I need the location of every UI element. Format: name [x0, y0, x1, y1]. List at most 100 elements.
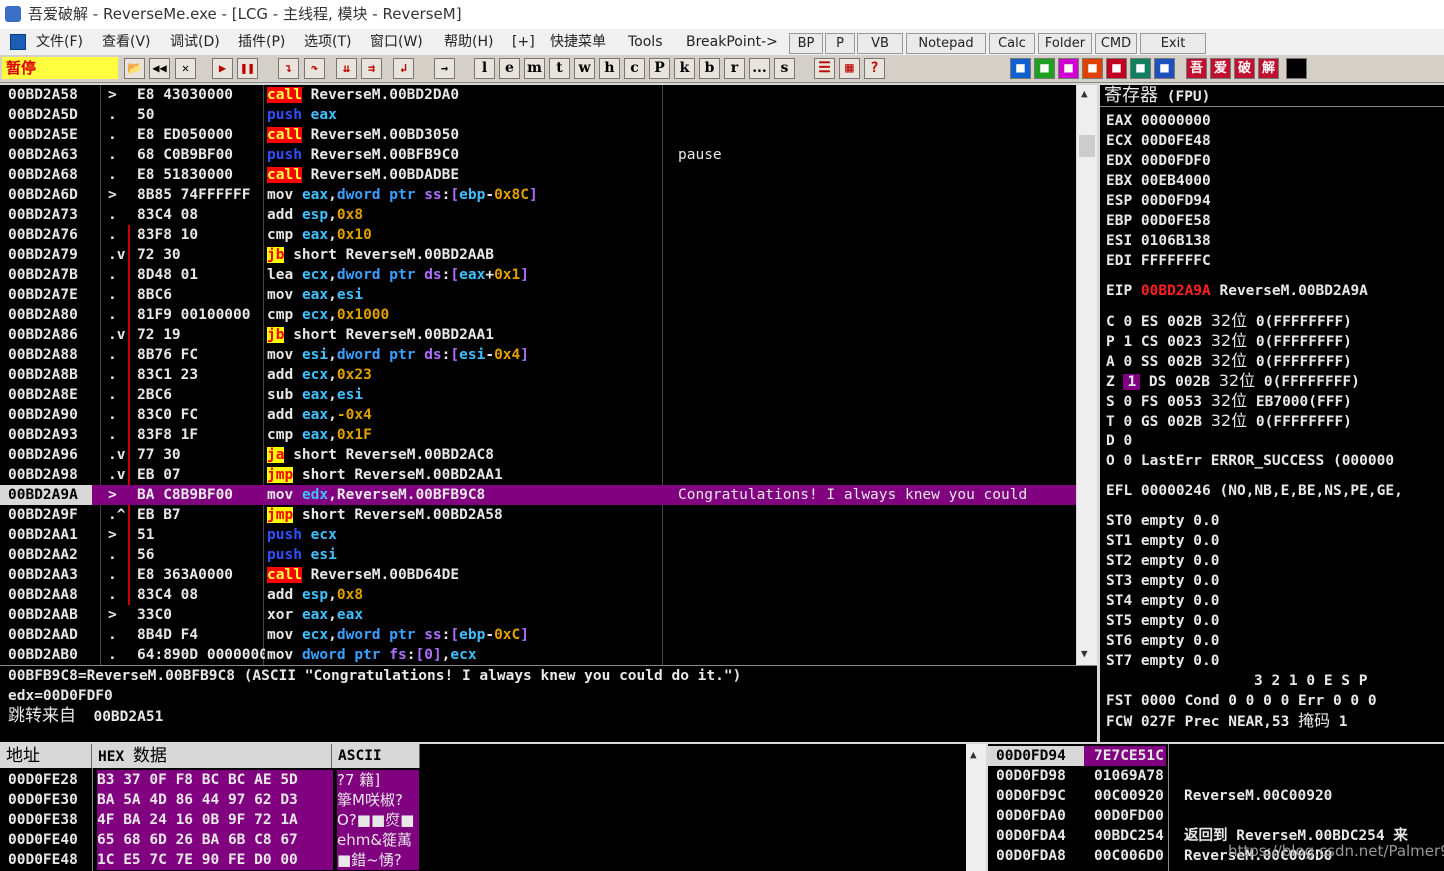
run-icon[interactable]: ▶ [212, 58, 233, 79]
menu-item[interactable]: BreakPoint-> [686, 29, 778, 55]
quick-button-exit[interactable]: Exit [1140, 33, 1206, 54]
quick-button-calc[interactable]: Calc [989, 33, 1035, 54]
flag-row-a[interactable]: A 0 SS 002B 32位 0(FFFFFFFF) [1106, 351, 1352, 372]
stack-row[interactable]: 00D0FD94 7E7CE51C [988, 746, 1444, 766]
black-button[interactable] [1286, 58, 1307, 79]
disasm-row[interactable]: 00BD2AB0. 64:890D 00000000 mov dword ptr f… [0, 645, 1076, 665]
a-icon[interactable]: ■ [1058, 58, 1079, 79]
disasm-row[interactable]: 00BD2A58 > E8 43030000 call ReverseM.00BD2D… [0, 85, 1076, 105]
open-icon[interactable]: 📂 [124, 58, 145, 79]
fpu-st4[interactable]: ST4 empty 0.0 [1106, 591, 1220, 611]
disasm-row[interactable]: 00BD2A76. 83F8 10 cmp eax,0x10 [0, 225, 1076, 245]
fpu-st7[interactable]: ST7 empty 0.0 [1106, 651, 1220, 671]
cn-button-0[interactable]: 吾 [1186, 58, 1207, 79]
disassembly-pane[interactable]: 00BD2A58 > E8 43030000 call ReverseM.00BD2D… [0, 85, 1076, 665]
till-return-icon[interactable]: ↲ [393, 58, 414, 79]
disasm-row[interactable]: 00BD2A86 .v 72 19 jb short ReverseM.00BD2AA… [0, 325, 1076, 345]
scroll-down-icon[interactable]: ▼ [1081, 647, 1088, 660]
window-button-5[interactable]: h [599, 58, 620, 79]
disasm-row[interactable]: 00BD2A80. 81F9 00100000 cmp ecx,0x1000 [0, 305, 1076, 325]
register-edx[interactable]: EDX 00D0FDF0 [1106, 151, 1211, 171]
cn-button-2[interactable]: 破 [1234, 58, 1255, 79]
quick-button-folder[interactable]: Folder [1038, 33, 1092, 54]
quick-button-notepad[interactable]: Notepad [906, 33, 986, 54]
pause-icon[interactable]: ❚❚ [237, 58, 258, 79]
menu-item[interactable]: 插件(P) [238, 29, 285, 55]
disasm-row[interactable]: 00BD2A68. E8 51830000 call ReverseM.00BDAD… [0, 165, 1076, 185]
register-esi[interactable]: ESI 0106B138 [1106, 231, 1211, 251]
window-button-12[interactable]: s [774, 58, 795, 79]
disasm-row[interactable]: 00BD2AA3. E8 363A0000 call ReverseM.00BD64… [0, 565, 1076, 585]
register-eax[interactable]: EAX 00000000 [1106, 111, 1211, 131]
disasm-row[interactable]: 00BD2A5D. 50 push eax [0, 105, 1076, 125]
flag-row-z[interactable]: Z 1 DS 002B 32位 0(FFFFFFFF) [1106, 371, 1360, 392]
close-icon[interactable]: ✕ [175, 58, 196, 79]
help-icon[interactable]: ? [864, 58, 885, 79]
menu-item[interactable]: Tools [628, 29, 663, 55]
window-button-10[interactable]: r [724, 58, 745, 79]
step-over-icon[interactable]: ↷ [304, 58, 325, 79]
trace-into-icon[interactable]: ⇊ [336, 58, 357, 79]
window-button-4[interactable]: w [574, 58, 595, 79]
menu-item[interactable]: 查看(V) [102, 29, 151, 55]
dump-row[interactable]: 00D0FE48 1C E5 7C 7E 90 FE D0 00 ■錯~愑? [0, 850, 985, 870]
memory-dump-pane[interactable]: 地址 HEX 数据 ASCII 00D0FE28 B3 37 0F F8 BC B… [0, 744, 985, 871]
quick-button-vb[interactable]: VB [857, 33, 903, 54]
disasm-row[interactable]: 00BD2A8E. 2BC6 sub eax,esi [0, 385, 1076, 405]
window-button-3[interactable]: t [549, 58, 570, 79]
dump-header-address[interactable]: 地址 [0, 744, 92, 768]
window-button-2[interactable]: m [524, 58, 545, 79]
disasm-row[interactable]: 00BD2A9F .^ EB B7 jmp short ReverseM.00BD2A… [0, 505, 1076, 525]
disasm-row[interactable]: 00BD2AA2. 56 push esi [0, 545, 1076, 565]
cn-button-3[interactable]: 解 [1258, 58, 1279, 79]
flag-row-c[interactable]: C 0 ES 002B 32位 0(FFFFFFFF) [1106, 311, 1352, 332]
fpu-st0[interactable]: ST0 empty 0.0 [1106, 511, 1220, 531]
refresh-icon[interactable]: ■ [1010, 58, 1031, 79]
disasm-row[interactable]: 00BD2AAD. 8B4D F4 mov ecx,dword ptr ss:[eb… [0, 625, 1076, 645]
register-esp[interactable]: ESP 00D0FD94 [1106, 191, 1211, 211]
grid2-icon[interactable]: ■ [1154, 58, 1175, 79]
disasm-row[interactable]: 00BD2A88. 8B76 FC mov esi,dword ptr ds:[es… [0, 345, 1076, 365]
disasm-row[interactable]: 00BD2A90. 83C0 FC add eax,-0x4 [0, 405, 1076, 425]
dump-row[interactable]: 00D0FE28 B3 37 0F F8 BC BC AE 5D ?7 籍] [0, 770, 985, 790]
fpu-st2[interactable]: ST2 empty 0.0 [1106, 551, 1220, 571]
disassembly-scrollbar[interactable]: ▲ ▼ [1077, 85, 1097, 665]
target-icon[interactable]: ■ [1106, 58, 1127, 79]
registers-pane[interactable]: 寄存器 (FPU) EAX 00000000 ECX 00D0FE48 EDX 00… [1100, 85, 1444, 742]
flag-o-lasterr[interactable]: O 0 LastErr ERROR_SUCCESS (000000 [1106, 451, 1394, 471]
goto-icon[interactable]: → [434, 58, 455, 79]
fpu-st1[interactable]: ST1 empty 0.0 [1106, 531, 1220, 551]
rewind-icon[interactable]: ◀◀ [149, 58, 170, 79]
stack-row[interactable]: 00D0FD98 01069A78 [988, 766, 1444, 786]
dump-row[interactable]: 00D0FE40 65 68 6D 26 BA 6B C8 67 ehm&簁萭 [0, 830, 985, 850]
disasm-row[interactable]: 00BD2A5E. E8 ED050000 call ReverseM.00BD30… [0, 125, 1076, 145]
fpu-st3[interactable]: ST3 empty 0.0 [1106, 571, 1220, 591]
fpu-status-word[interactable]: FST 0000 Cond 0 0 0 0 Err 0 0 0 [1106, 691, 1377, 711]
quick-button-bp[interactable]: BP [789, 33, 823, 54]
disasm-row[interactable]: 00BD2AA8. 83C4 08 add esp,0x8 [0, 585, 1076, 605]
register-ecx[interactable]: ECX 00D0FE48 [1106, 131, 1211, 151]
plugin-icon[interactable]: ■ [1034, 58, 1055, 79]
flag-d[interactable]: D 0 [1106, 431, 1132, 451]
menu-item[interactable]: 帮助(H) [444, 29, 493, 55]
quick-button-p[interactable]: P [825, 33, 855, 54]
flag-row-s[interactable]: S 0 FS 0053 32位 EB7000(FFF) [1106, 391, 1352, 412]
scroll-up-icon[interactable]: ▲ [1081, 87, 1088, 100]
cn-button-1[interactable]: 爱 [1210, 58, 1231, 79]
dump-row[interactable]: 00D0FE30 BA 5A 4D 86 44 97 62 D3 篫M咲椒? [0, 790, 985, 810]
window-button-7[interactable]: P [649, 58, 670, 79]
dump-scrollbar[interactable]: ▲ [966, 744, 986, 871]
register-edi[interactable]: EDI FFFFFFFC [1106, 251, 1211, 271]
disasm-row[interactable]: 00BD2A7E. 8BC6 mov eax,esi [0, 285, 1076, 305]
menu-item[interactable]: 快捷菜单 [550, 29, 606, 55]
step-into-icon[interactable]: ↴ [278, 58, 299, 79]
stack-row[interactable]: 00D0FD9C 00C00920 ReverseM.00C00920 [988, 786, 1444, 806]
menu-item[interactable]: 文件(F) [36, 29, 83, 55]
disasm-row[interactable]: 00BD2A96 .v 77 30 ja short ReverseM.00BD2AC… [0, 445, 1076, 465]
flag-row-t[interactable]: T 0 GS 002B 32位 0(FFFFFFFF) [1106, 411, 1352, 432]
disasm-row[interactable]: 00BD2A73. 83C4 08 add esp,0x8 [0, 205, 1076, 225]
register-efl[interactable]: EFL 00000246 (NO,NB,E,BE,NS,PE,GE, [1106, 481, 1403, 501]
scroll-thumb[interactable] [1079, 135, 1095, 157]
quick-button-cmd[interactable]: CMD [1095, 33, 1137, 54]
trace-over-icon[interactable]: ⇉ [361, 58, 382, 79]
